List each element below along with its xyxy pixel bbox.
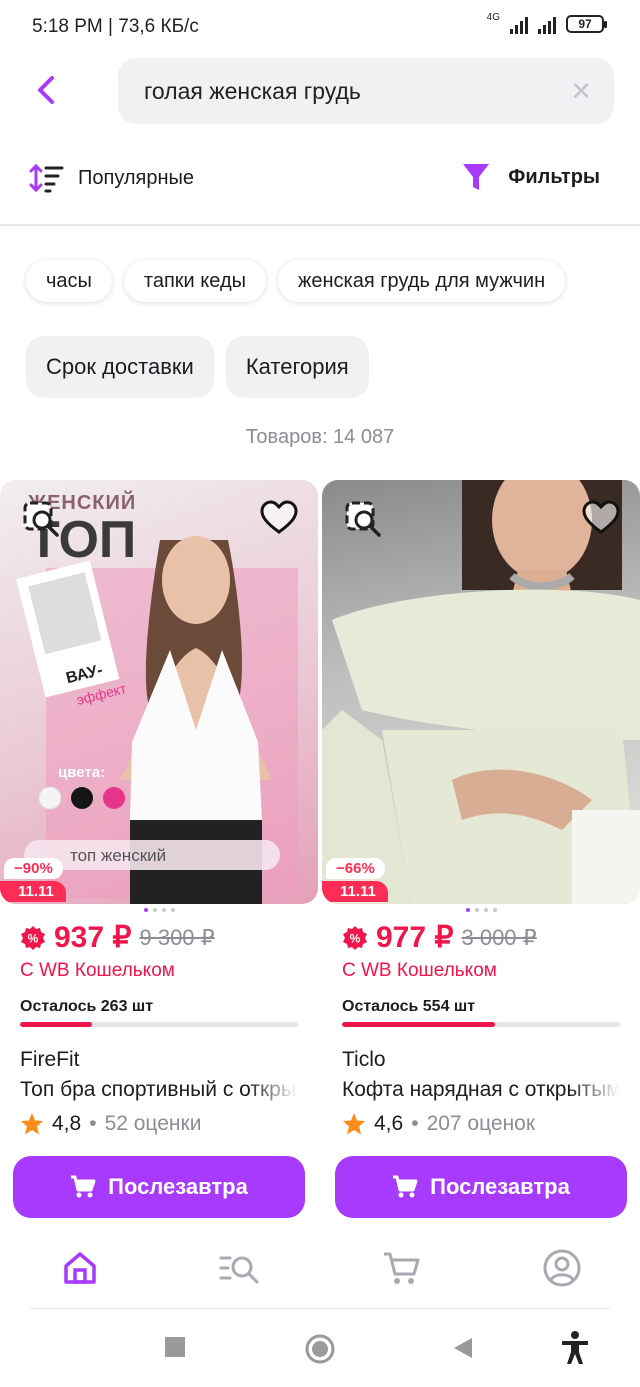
filter-label: Фильтры — [508, 165, 600, 188]
price-row: % 977 ₽ 3 000 ₽ — [342, 920, 537, 955]
search-field[interactable]: ✕ — [118, 58, 614, 124]
wallet-note: С WB Кошельком — [20, 960, 175, 981]
filter-button[interactable]: Фильтры — [462, 162, 600, 192]
product-brand: FireFit — [20, 1048, 80, 1071]
price-old: 3 000 ₽ — [461, 924, 537, 950]
clear-icon[interactable]: ✕ — [570, 78, 592, 104]
suggestion-chips: часы тапки кеды женская грудь для мужчин — [26, 260, 566, 302]
product-photo[interactable]: ЖЕНСКИЙ ТОП ВАУ- эффект цвета: топ женск… — [0, 480, 318, 904]
svg-text:%: % — [350, 931, 361, 945]
product-image-art — [322, 480, 640, 904]
rating-value: 4,8 — [52, 1112, 82, 1135]
filter-icon — [463, 164, 490, 190]
star-icon — [21, 1113, 43, 1135]
price-current: 977 ₽ — [376, 921, 454, 954]
sort-button[interactable]: Популярные — [28, 162, 194, 194]
product-rating: 4,8 • 52 оценки — [20, 1112, 201, 1136]
stock-progress-fill — [20, 1022, 93, 1027]
suggestion-chip[interactable]: женская грудь для мужчин — [278, 260, 566, 302]
accessibility-icon[interactable] — [560, 1330, 590, 1366]
sort-filter-bar: Популярные Фильтры — [0, 142, 640, 226]
network-label: 4G — [486, 11, 500, 23]
stock-left: Осталось 554 шт — [342, 998, 476, 1015]
status-bar: 5:18 PM | 73,6 КБ/с 4G 97 — [0, 0, 640, 56]
filter-chip-delivery[interactable]: Срок доставки — [26, 336, 214, 398]
sale-tag: 11.11 — [0, 881, 66, 902]
bottom-tab-bar — [0, 1232, 640, 1308]
image-pager — [322, 908, 640, 912]
product-brand: Ticlo — [342, 1048, 386, 1071]
cart-icon — [71, 1175, 96, 1198]
price-current: 937 ₽ — [54, 921, 132, 954]
back-arrow-icon[interactable] — [30, 70, 66, 110]
product-card[interactable]: ЖЕНСКИЙ ТОП ВАУ- эффект цвета: топ женск… — [0, 480, 318, 1230]
buy-button-label: Послезавтра — [108, 1174, 248, 1199]
product-photo[interactable]: −66% 11.11 — [322, 480, 640, 904]
stock-progress-fill — [342, 1022, 495, 1027]
wallet-note: С WB Кошельком — [342, 960, 497, 981]
image-search-icon[interactable] — [22, 500, 62, 540]
suggestion-chip[interactable]: часы — [26, 260, 112, 302]
photo-search-text: топ женский — [70, 846, 167, 865]
product-card[interactable]: −66% 11.11 % 977 ₽ 3 000 ₽ С WB Кошелько… — [322, 480, 640, 1230]
sort-label: Популярные — [78, 166, 195, 189]
svg-text:%: % — [28, 931, 39, 945]
stock-progress — [342, 1022, 620, 1027]
price-old: 9 300 ₽ — [139, 924, 215, 950]
recent-apps-icon[interactable] — [164, 1336, 186, 1358]
stock-progress — [20, 1022, 298, 1027]
buy-button[interactable]: Послезавтра — [13, 1156, 305, 1218]
discount-badge: −66% — [326, 858, 385, 879]
buy-button-label: Послезавтра — [430, 1174, 570, 1199]
home-system-icon[interactable] — [305, 1334, 335, 1364]
divider — [30, 1308, 610, 1309]
star-icon — [343, 1113, 365, 1135]
results-count: Товаров: 14 087 — [245, 426, 395, 448]
status-time: 5:18 PM | 73,6 КБ/с — [32, 16, 199, 37]
rating-count: 52 оценки — [104, 1112, 202, 1135]
back-system-icon[interactable] — [452, 1336, 474, 1360]
favorite-heart-icon[interactable] — [582, 500, 620, 536]
filter-chip-category[interactable]: Категория — [225, 336, 369, 398]
image-pager — [0, 908, 318, 912]
photo-colors-label: цвета: — [58, 764, 106, 781]
buy-button[interactable]: Послезавтра — [335, 1156, 627, 1218]
status-icons: 4G 97 — [486, 11, 607, 34]
catalog-search-tab-icon[interactable] — [218, 1246, 262, 1290]
sale-tag: 11.11 — [322, 881, 388, 902]
filter-chips: Срок доставки Категория — [26, 336, 369, 398]
search-header: ✕ — [0, 56, 640, 128]
profile-tab-icon[interactable] — [540, 1246, 584, 1290]
rating-count: 207 оценок — [426, 1112, 536, 1135]
stock-left: Осталось 263 шт — [20, 998, 154, 1015]
home-tab-icon[interactable] — [58, 1246, 102, 1290]
cart-tab-icon[interactable] — [380, 1246, 424, 1290]
cart-icon — [393, 1175, 418, 1198]
rating-value: 4,6 — [374, 1112, 404, 1135]
signal-icon — [510, 14, 528, 34]
suggestion-chip[interactable]: тапки кеды — [123, 260, 266, 302]
product-rating: 4,6 • 207 оценок — [342, 1112, 535, 1136]
system-navigation — [0, 1310, 640, 1387]
favorite-heart-icon[interactable] — [260, 500, 298, 536]
sort-icon — [29, 163, 64, 193]
product-name: Топ бра спортивный с открытой спиной — [20, 1078, 298, 1101]
signal-icon-2 — [538, 14, 556, 34]
image-search-icon[interactable] — [344, 500, 384, 540]
search-input[interactable] — [144, 74, 544, 108]
discount-badge: −90% — [4, 858, 63, 879]
price-row: % 937 ₽ 9 300 ₽ — [20, 920, 215, 955]
discount-percent-icon: % — [343, 925, 367, 950]
product-name: Кофта нарядная с открытыми плечами — [342, 1078, 620, 1101]
discount-percent-icon: % — [21, 925, 45, 950]
battery-icon: 97 — [566, 15, 607, 33]
